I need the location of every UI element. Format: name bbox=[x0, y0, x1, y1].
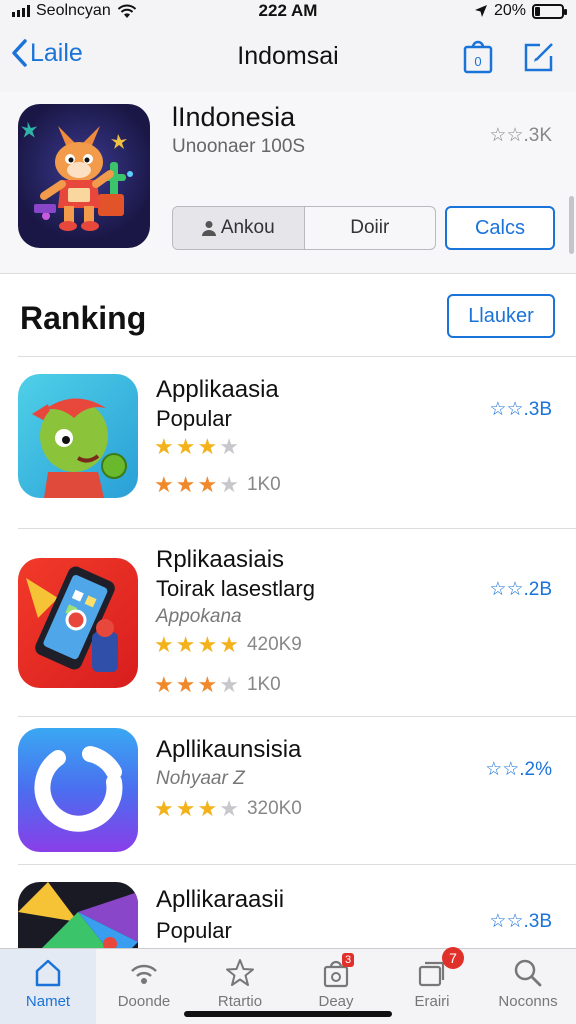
rating-count: 420K9 bbox=[246, 634, 302, 655]
circle-logo-icon bbox=[34, 746, 123, 832]
star-empty-icon: ★ bbox=[219, 472, 239, 497]
home-indicator[interactable] bbox=[184, 1011, 392, 1017]
app-rating: ☆☆.2% bbox=[485, 759, 552, 780]
tab-label: Erairi bbox=[414, 993, 450, 1010]
star-filled-icon: ★ bbox=[154, 434, 174, 459]
app-developer: Nohyaar Z bbox=[156, 768, 245, 789]
star-filled-icon: ★ bbox=[154, 796, 174, 821]
bag-count: 0 bbox=[474, 54, 481, 69]
app-icon-circle bbox=[18, 728, 138, 852]
app-icon-creature bbox=[18, 374, 138, 498]
app-name: Apllikaraasii bbox=[156, 886, 285, 913]
star-empty-icon: ★ bbox=[219, 672, 239, 697]
ranking-section-header: Ranking Llauker bbox=[0, 282, 576, 356]
list-item[interactable]: Applikaasia Popular ★ ★ ★ ★ ★ ★ ★ ★ 1K0 ☆☆.3B bbox=[0, 356, 576, 528]
segment-ankou-label: Ankou bbox=[220, 217, 275, 238]
tab-erairi[interactable]: 7 Erairi bbox=[384, 947, 480, 1024]
list-item[interactable]: Apllikaunsisia Nohyaar Z ★ ★ ★ ★ 320K0 ☆☆.2% bbox=[0, 716, 576, 864]
app-category: Popular bbox=[156, 918, 232, 943]
section-title: Ranking bbox=[20, 300, 147, 336]
battery-fill bbox=[535, 6, 541, 16]
app-name: Applikaasia bbox=[156, 376, 279, 403]
bag-button[interactable]: 0 bbox=[463, 40, 493, 74]
rating-count: 320K0 bbox=[246, 798, 302, 819]
star-rating-secondary: ★ ★ ★ ★ 1K0 bbox=[154, 674, 281, 696]
app-rating: ☆☆.3B bbox=[489, 399, 552, 420]
app-category: Popular bbox=[156, 406, 232, 431]
tab-label: Doonde bbox=[117, 993, 171, 1010]
featured-app-icon[interactable] bbox=[18, 104, 150, 248]
app-rating: ☆☆.3B bbox=[489, 911, 552, 932]
star-rating: ★ ★ ★ ★ bbox=[154, 436, 239, 458]
rating-count: 1K0 bbox=[246, 674, 281, 695]
star-filled-icon: ★ bbox=[219, 632, 239, 657]
list-item[interactable]: Apllikaraasii Popular ☆☆.3B bbox=[0, 864, 576, 962]
status-right: 20% bbox=[474, 0, 567, 22]
smartphone-icon bbox=[26, 566, 118, 672]
tab-badge: 7 bbox=[442, 947, 464, 969]
home-icon bbox=[35, 959, 61, 987]
tab-label: Namet bbox=[25, 993, 71, 1010]
star-filled-icon: ★ bbox=[175, 434, 196, 459]
shopping-bag-icon: 0 bbox=[463, 40, 493, 74]
list-item[interactable]: Rplikaasiais Toirak lasestlarg Appokana … bbox=[0, 528, 576, 716]
app-icon-phone bbox=[18, 558, 138, 688]
featured-app-subtitle: Unoonaer 100S bbox=[172, 136, 306, 157]
rating-count: 1K0 bbox=[246, 474, 281, 495]
tab-noconns[interactable]: Noconns bbox=[480, 949, 576, 1024]
green-creature-icon bbox=[32, 398, 127, 498]
compose-icon bbox=[524, 43, 553, 72]
star-empty-icon: ★ bbox=[219, 434, 239, 459]
star-filled-icon: ★ bbox=[197, 434, 218, 459]
tab-namet[interactable]: Namet bbox=[0, 949, 96, 1024]
segment-ankou[interactable]: Ankou bbox=[173, 207, 305, 249]
segmented-control: Ankou Doiir bbox=[172, 206, 436, 250]
tab-doonde[interactable]: Doonde bbox=[96, 949, 192, 1024]
app-subtitle: Toirak lasestlarg bbox=[156, 576, 315, 601]
star-filled-icon: ★ bbox=[197, 632, 218, 657]
star-empty-icon: ★ bbox=[219, 796, 239, 821]
app-name: Apllikaunsisia bbox=[156, 736, 302, 763]
navigation-bar: Laile Indomsai 0 bbox=[0, 22, 576, 92]
wifi-icon bbox=[131, 964, 157, 984]
segment-doiir[interactable]: Doiir bbox=[305, 207, 436, 249]
star-icon bbox=[226, 959, 254, 986]
app-rating: ☆☆.2B bbox=[489, 579, 552, 600]
battery-percent: 20% bbox=[493, 2, 526, 19]
app-name: Rplikaasiais bbox=[156, 546, 285, 573]
star-rating: ★ ★ ★ ★ 320K0 bbox=[154, 798, 302, 820]
calcs-button[interactable]: Calcs bbox=[445, 206, 555, 250]
featured-app-header: lIndonesia Unoonaer 100S ☆☆.3K Ankou Doi… bbox=[0, 92, 576, 274]
status-bar: Seolncyan 222 AM 20% bbox=[0, 0, 576, 22]
segment-doiir-label: Doiir bbox=[350, 217, 390, 238]
star-filled-icon: ★ bbox=[197, 672, 218, 697]
star-rating-secondary: ★ ★ ★ ★ 1K0 bbox=[154, 474, 281, 496]
location-arrow-icon bbox=[474, 5, 487, 17]
star-rating: ★ ★ ★ ★ 420K9 bbox=[154, 634, 302, 656]
battery-icon bbox=[532, 3, 567, 19]
tab-label: Noconns bbox=[498, 993, 558, 1010]
star-filled-icon: ★ bbox=[154, 472, 174, 497]
star-filled-icon: ★ bbox=[197, 796, 218, 821]
star-filled-icon: ★ bbox=[175, 672, 196, 697]
featured-app-rating: ☆☆.3K bbox=[489, 125, 552, 146]
tab-badge: 3 bbox=[342, 953, 354, 967]
scroll-indicator[interactable] bbox=[569, 196, 574, 254]
see-more-button[interactable]: Llauker bbox=[447, 294, 555, 338]
tab-label: Rtartio bbox=[217, 993, 263, 1010]
compose-button[interactable] bbox=[522, 40, 556, 74]
featured-app-title: lIndonesia bbox=[172, 102, 296, 132]
fox-mascot-icon bbox=[21, 121, 133, 231]
star-filled-icon: ★ bbox=[197, 472, 218, 497]
person-icon bbox=[201, 221, 216, 236]
star-filled-icon: ★ bbox=[154, 672, 174, 697]
star-filled-icon: ★ bbox=[154, 632, 174, 657]
star-filled-icon: ★ bbox=[175, 796, 196, 821]
search-icon bbox=[514, 959, 542, 987]
tab-label: Deay bbox=[318, 993, 354, 1010]
star-filled-icon: ★ bbox=[175, 472, 196, 497]
app-developer: Appokana bbox=[156, 606, 242, 627]
star-filled-icon: ★ bbox=[175, 632, 196, 657]
